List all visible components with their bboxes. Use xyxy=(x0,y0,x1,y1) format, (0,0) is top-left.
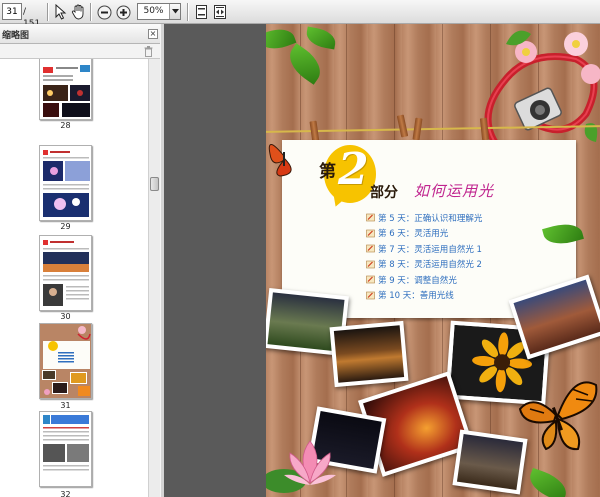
toolbar: / 151 50% xyxy=(0,0,600,29)
stethoscope-camera-decoration xyxy=(484,30,600,146)
toolbar-separator xyxy=(90,3,91,21)
zoom-level-select[interactable]: 50% xyxy=(137,3,181,20)
fit-width-icon xyxy=(214,5,226,19)
document-view[interactable]: 第 2 部分 如何运用光 第 5 天：正确认识和理解光 第 6 天：灵活用光 第… xyxy=(164,24,600,497)
pdf-viewer-window: / 151 50% xyxy=(0,0,600,497)
thumbnail-page-label: 30 xyxy=(60,312,71,321)
thumbnail-page-current[interactable] xyxy=(39,323,92,399)
select-cursor-icon xyxy=(55,4,67,20)
butterfly-decoration xyxy=(268,144,292,177)
chevron-down-icon[interactable] xyxy=(169,4,180,19)
pencil-note-icon xyxy=(366,291,375,300)
thumbnail-page[interactable] xyxy=(39,235,92,311)
lotus-flower-decoration xyxy=(266,440,336,493)
zoom-out-button[interactable] xyxy=(95,3,113,21)
thumbnails-panel-toolbar xyxy=(0,44,160,59)
leaf-decoration xyxy=(282,43,328,85)
trash-icon[interactable] xyxy=(144,46,153,57)
zoom-in-icon xyxy=(116,5,130,19)
leaf-decoration xyxy=(304,26,338,50)
thumbnail-page-label: 29 xyxy=(60,222,71,231)
toolbar-separator xyxy=(47,3,48,21)
zoom-out-icon xyxy=(97,5,111,19)
hand-tool-button[interactable] xyxy=(69,3,87,21)
section-number: 2 xyxy=(338,144,369,195)
chapter-title: 第 9 天：调整自然光 xyxy=(378,275,457,286)
thumbnail-page-label: 28 xyxy=(60,121,71,130)
hand-tool-icon xyxy=(71,4,83,20)
section-subtitle: 如何运用光 xyxy=(414,182,495,200)
thumbnail-page-label: 32 xyxy=(60,490,71,497)
leaf-decoration xyxy=(525,467,571,497)
thumbnails-scrollbar[interactable] xyxy=(148,59,160,497)
thumbnails-panel-title: 缩略图 xyxy=(2,31,30,41)
close-icon[interactable]: × xyxy=(148,29,158,39)
chapter-title: 第 10 天：善用光线 xyxy=(378,291,454,302)
scrollbar-thumb[interactable] xyxy=(150,177,159,191)
page-number-input[interactable] xyxy=(2,3,22,20)
pencil-note-icon xyxy=(366,244,375,253)
section-suffix-label: 部分 xyxy=(370,185,398,201)
chapter-item[interactable]: 第 5 天：正确认识和理解光 xyxy=(366,210,576,226)
chapter-item[interactable]: 第 9 天：调整自然光 xyxy=(366,272,576,288)
select-tool-button[interactable] xyxy=(51,3,69,21)
chapter-title: 第 5 天：正确认识和理解光 xyxy=(378,213,483,224)
thumbnails-panel-header: 缩略图 × xyxy=(0,24,160,44)
zoom-level-value: 50% xyxy=(143,6,164,16)
section-prefix-label: 第 xyxy=(319,162,336,182)
toolbar-separator xyxy=(187,3,188,21)
mountain-photo xyxy=(329,320,409,388)
thumbnail-page-label: 31 xyxy=(60,401,71,410)
thumbnails-panel: 缩略图 × 28 29 30 31 32 xyxy=(0,24,160,497)
fit-page-button[interactable] xyxy=(192,3,210,21)
fit-width-button[interactable] xyxy=(211,3,229,21)
chapter-title: 第 6 天：灵活用光 xyxy=(378,229,449,240)
thumbnail-page[interactable] xyxy=(39,411,92,487)
pencil-note-icon xyxy=(366,275,375,284)
chapter-item[interactable]: 第 8 天：灵活运用自然光 2 xyxy=(366,257,576,273)
pencil-note-icon xyxy=(366,213,375,222)
zoom-in-button[interactable] xyxy=(114,3,132,21)
clothespin-decoration xyxy=(412,117,423,141)
thumbnail-page[interactable] xyxy=(39,59,92,120)
pencil-note-icon xyxy=(366,229,375,238)
clothespin-decoration xyxy=(396,114,409,138)
page-total-label: / 151 xyxy=(23,7,40,29)
butterfly-decoration xyxy=(518,381,598,451)
pencil-note-icon xyxy=(366,260,375,269)
chapter-title: 第 7 天：灵活运用自然光 1 xyxy=(378,244,482,255)
chapter-title: 第 8 天：灵活运用自然光 2 xyxy=(378,260,482,271)
thumbnail-list[interactable]: 28 29 30 31 32 xyxy=(0,59,148,497)
chapter-item[interactable]: 第 7 天：灵活运用自然光 1 xyxy=(366,241,576,257)
thumbnail-page[interactable] xyxy=(39,145,92,221)
fit-page-icon xyxy=(195,5,207,19)
pdf-page: 第 2 部分 如何运用光 第 5 天：正确认识和理解光 第 6 天：灵活用光 第… xyxy=(266,24,600,497)
